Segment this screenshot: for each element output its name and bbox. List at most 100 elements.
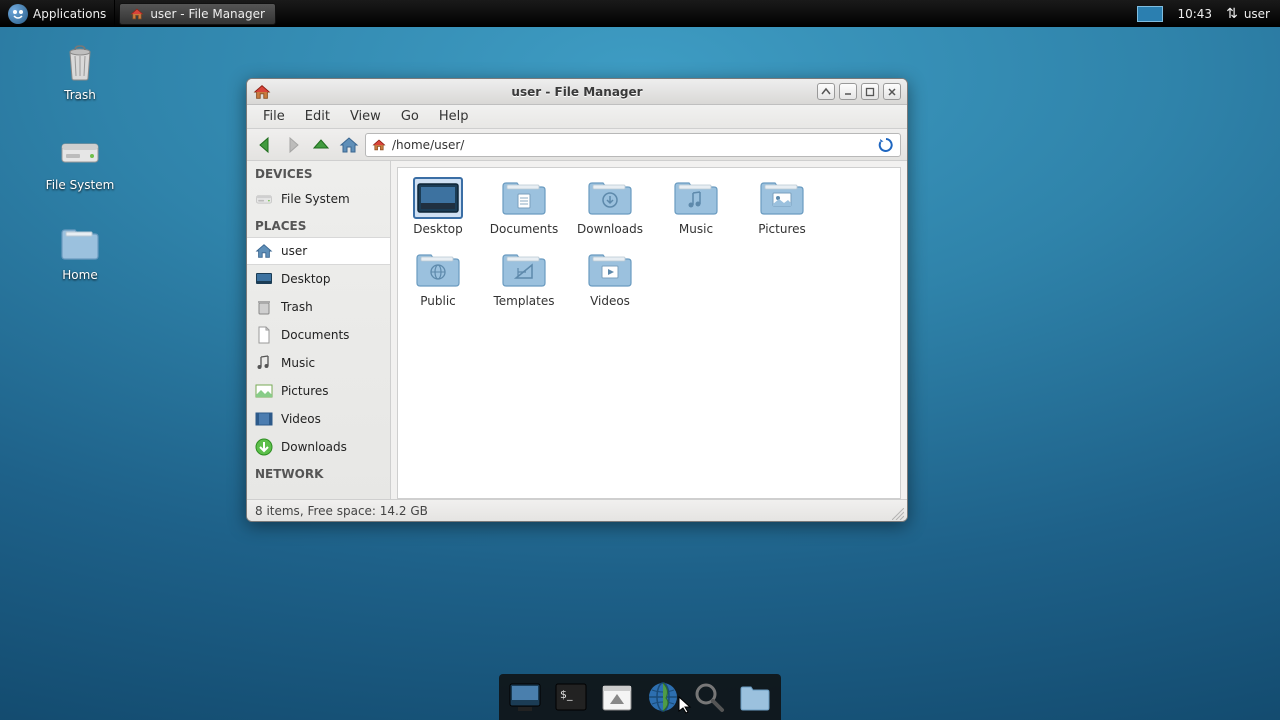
menu-go[interactable]: Go	[391, 106, 429, 127]
arrow-right-icon	[283, 135, 303, 155]
path-bar[interactable]: /home/user/	[365, 133, 901, 157]
desktop-icon-home[interactable]: Home	[25, 220, 135, 282]
arrow-up-icon	[311, 135, 331, 155]
content-pane[interactable]: Desktop Documents Downloads Music Pictur…	[397, 167, 901, 499]
window-title: user - File Manager	[247, 85, 907, 99]
user-menu[interactable]: user	[1244, 7, 1270, 21]
sidebar-item-music[interactable]: Music	[247, 349, 390, 377]
taskbar-item-file-manager[interactable]: user - File Manager	[119, 3, 276, 25]
network-icon[interactable]: ⇅	[1226, 6, 1238, 22]
file-manager-window: user - File Manager File Edit View Go He…	[246, 78, 908, 522]
home-icon	[255, 242, 273, 260]
titlebar[interactable]: user - File Manager	[247, 79, 907, 105]
trash-icon	[58, 40, 102, 84]
back-button[interactable]	[253, 133, 277, 157]
folder-templates[interactable]: Templates	[490, 250, 558, 308]
folder-desktop[interactable]: Desktop	[404, 178, 472, 236]
video-icon	[255, 410, 273, 428]
document-icon	[255, 326, 273, 344]
folder-icon	[586, 178, 634, 218]
menu-help[interactable]: Help	[429, 106, 479, 127]
arrow-left-icon	[255, 135, 275, 155]
menu-view[interactable]: View	[340, 106, 391, 127]
menu-file[interactable]: File	[253, 106, 295, 127]
desktop-icon-filesystem[interactable]: File System	[25, 130, 135, 192]
forward-button[interactable]	[281, 133, 305, 157]
sidebar-item-desktop[interactable]: Desktop	[247, 265, 390, 293]
folder-icon	[672, 178, 720, 218]
folder-documents[interactable]: Documents	[490, 178, 558, 236]
top-panel: Applications user - File Manager 10:43 ⇅…	[0, 0, 1280, 27]
download-icon	[255, 438, 273, 456]
folder-pictures[interactable]: Pictures	[748, 178, 816, 236]
folder-icon	[414, 250, 462, 290]
dock-web-browser[interactable]	[643, 678, 683, 716]
dock-folder[interactable]	[735, 678, 775, 716]
sidebar-header-devices: DEVICES	[247, 161, 390, 185]
maximize-button[interactable]	[861, 83, 879, 100]
home-icon	[130, 7, 144, 21]
picture-icon	[255, 382, 273, 400]
path-home-icon	[372, 138, 386, 152]
sidebar: DEVICES File System PLACES user Desktop …	[247, 161, 391, 499]
sidebar-item-user[interactable]: user	[247, 237, 390, 265]
dock-show-desktop[interactable]	[505, 678, 545, 716]
sidebar-header-places: PLACES	[247, 213, 390, 237]
sidebar-item-documents[interactable]: Documents	[247, 321, 390, 349]
menu-edit[interactable]: Edit	[295, 106, 340, 127]
monitor-icon	[508, 680, 542, 714]
task-title: user - File Manager	[150, 7, 265, 21]
folder-public[interactable]: Public	[404, 250, 472, 308]
folder-music[interactable]: Music	[662, 178, 730, 236]
folder-downloads[interactable]: Downloads	[576, 178, 644, 236]
resize-grip-icon[interactable]	[892, 508, 904, 520]
clock[interactable]: 10:43	[1177, 7, 1212, 21]
folder-icon	[58, 220, 102, 264]
dock-terminal[interactable]	[551, 678, 591, 716]
applications-menu[interactable]: Applications	[0, 0, 115, 27]
bottom-dock	[499, 674, 781, 720]
rollup-button[interactable]	[817, 83, 835, 100]
folder-icon	[500, 250, 548, 290]
sidebar-header-network: NETWORK	[247, 461, 390, 485]
globe-icon	[646, 680, 680, 714]
minimize-button[interactable]	[839, 83, 857, 100]
sidebar-item-videos[interactable]: Videos	[247, 405, 390, 433]
home-blue-icon	[339, 135, 359, 155]
drive-icon	[255, 190, 273, 208]
applications-label: Applications	[33, 7, 106, 21]
folder-videos[interactable]: Videos	[576, 250, 644, 308]
refresh-icon[interactable]	[878, 137, 894, 153]
dock-app-finder[interactable]	[689, 678, 729, 716]
desktop-icons: Trash File System Home	[25, 40, 135, 310]
parent-button[interactable]	[309, 133, 333, 157]
folder-icon	[500, 178, 548, 218]
window-home-icon	[253, 83, 271, 101]
workspace-switcher[interactable]	[1137, 6, 1163, 22]
toolbar: /home/user/	[247, 129, 907, 161]
sidebar-item-pictures[interactable]: Pictures	[247, 377, 390, 405]
terminal-icon	[554, 680, 588, 714]
desktop-icon-trash[interactable]: Trash	[25, 40, 135, 102]
path-text: /home/user/	[392, 138, 464, 152]
menubar: File Edit View Go Help	[247, 105, 907, 129]
home-button[interactable]	[337, 133, 361, 157]
sidebar-item-downloads[interactable]: Downloads	[247, 433, 390, 461]
status-text: 8 items, Free space: 14.2 GB	[255, 504, 428, 518]
folder-icon	[586, 250, 634, 290]
xfce-logo-icon	[8, 4, 28, 24]
folder-icon	[738, 680, 772, 714]
sidebar-item-filesystem[interactable]: File System	[247, 185, 390, 213]
file-manager-icon	[600, 680, 634, 714]
drive-icon	[58, 130, 102, 174]
folder-icon	[758, 178, 806, 218]
trash-icon	[255, 298, 273, 316]
desktop-icon	[255, 270, 273, 288]
desktop-folder-icon	[414, 178, 462, 218]
close-button[interactable]	[883, 83, 901, 100]
music-icon	[255, 354, 273, 372]
sidebar-item-trash[interactable]: Trash	[247, 293, 390, 321]
dock-file-manager[interactable]	[597, 678, 637, 716]
statusbar: 8 items, Free space: 14.2 GB	[247, 499, 907, 521]
search-icon	[692, 680, 726, 714]
